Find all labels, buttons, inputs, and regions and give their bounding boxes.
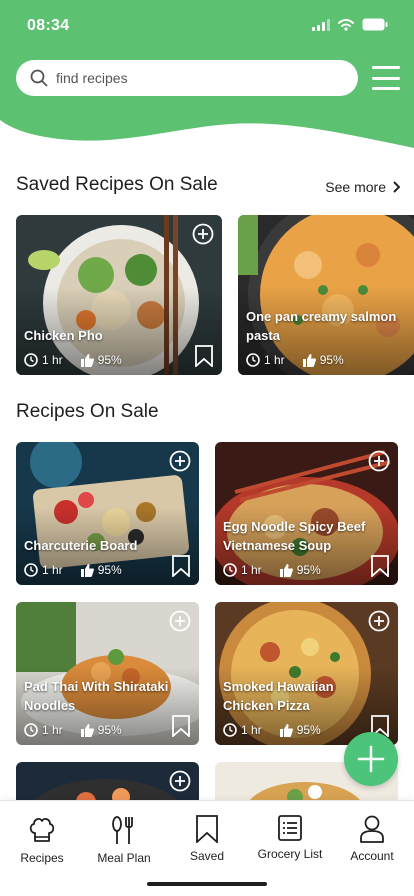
chevron-right-icon [393,181,400,193]
recipe-card[interactable]: Egg Noodle Spicy Beef Vietnamese Soup 1 … [215,442,398,585]
recipe-meta: 1 hr 95% [24,563,122,577]
add-circle-icon[interactable] [169,770,191,792]
clock-icon [24,563,38,577]
bookmark-icon [196,815,218,843]
bookmark-icon[interactable] [171,555,191,577]
recipe-meta: 1 hr 95% [223,723,321,737]
recipe-time: 1 hr [264,353,285,367]
recipe-rating: 95% [97,353,122,367]
recipe-time: 1 hr [241,563,262,577]
user-icon [360,815,384,843]
recipe-rating: 95% [97,723,122,737]
bookmark-icon[interactable] [370,555,390,577]
recipe-rating: 95% [97,563,122,577]
recipe-rating: 95% [319,353,344,367]
fork-knife-icon [112,816,133,844]
thumbs-up-icon [80,723,94,737]
nav-meal-plan-label: Meal Plan [97,851,151,865]
recipe-title: Smoked Hawaiian Chicken Pizza [223,679,334,713]
nav-account-label: Account [350,849,394,863]
add-circle-icon[interactable] [368,610,390,632]
recipe-time: 1 hr [42,353,63,367]
menu-icon[interactable] [372,66,400,90]
recipe-meta: 1 hr 95% [24,353,122,367]
recipe-card[interactable]: Charcuterie Board 1 hr 95% [16,442,199,585]
add-circle-icon[interactable] [368,450,390,472]
sale-section-title: Recipes On Sale [16,401,159,422]
recipe-title: Charcuterie Board [24,538,138,553]
search-bar[interactable] [16,60,358,96]
add-recipe-button[interactable] [344,732,398,786]
header: 08:34 [0,0,414,150]
search-icon [30,69,48,87]
clock-icon [24,353,38,367]
recipe-meta: 1 hr 95% [246,353,344,367]
nav-account[interactable]: Account [330,815,414,863]
clock-icon [223,563,237,577]
thumbs-up-icon [302,353,316,367]
status-bar: 08:34 [0,0,414,52]
status-time: 08:34 [27,17,70,34]
recipe-rating: 95% [296,563,321,577]
home-indicator [147,882,267,886]
add-circle-icon[interactable] [169,450,191,472]
recipe-card[interactable]: Smoked Hawaiian Chicken Pizza 1 hr 95% [215,602,398,745]
battery-icon [362,18,388,31]
recipe-time: 1 hr [42,563,63,577]
recipe-meta: 1 hr 95% [24,723,122,737]
recipe-card[interactable]: Chicken Pho 1 hr 95% [16,215,222,375]
bookmark-icon[interactable] [171,715,191,737]
nav-recipes-label: Recipes [20,851,64,865]
chef-hat-icon [29,817,55,842]
recipe-rating: 95% [296,723,321,737]
recipe-card[interactable]: One pan creamy salmon pasta 1 hr 95% [238,215,414,375]
recipe-meta: 1 hr 95% [223,563,321,577]
nav-saved[interactable]: Saved [165,815,249,863]
saved-section-title: Saved Recipes On Sale [16,174,218,195]
add-circle-icon[interactable] [192,223,214,245]
nav-recipes[interactable]: Recipes [0,815,84,865]
thumbs-up-icon [279,563,293,577]
recipe-title: Egg Noodle Spicy Beef Vietnamese Soup [223,519,366,553]
plus-icon [357,745,385,773]
see-more-label: See more [325,179,386,195]
recipe-time: 1 hr [241,723,262,737]
nav-grocery-list[interactable]: Grocery List [248,815,332,861]
recipe-card[interactable]: Pad Thai With Shirataki Noodles 1 hr 95% [16,602,199,745]
list-icon [278,815,302,841]
wifi-icon [338,18,354,31]
nav-meal-plan[interactable]: Meal Plan [82,815,166,865]
see-more-link[interactable]: See more [325,179,400,195]
recipe-title: One pan creamy salmon pasta [246,309,397,343]
recipe-time: 1 hr [42,723,63,737]
clock-icon [223,723,237,737]
recipe-title: Pad Thai With Shirataki Noodles [24,679,169,713]
bookmark-icon[interactable] [194,345,214,367]
thumbs-up-icon [80,563,94,577]
nav-grocery-list-label: Grocery List [257,847,323,861]
thumbs-up-icon [279,723,293,737]
clock-icon [24,723,38,737]
thumbs-up-icon [80,353,94,367]
nav-saved-label: Saved [189,849,225,863]
clock-icon [246,353,260,367]
search-input[interactable] [56,70,316,86]
signal-icon [312,18,330,31]
recipe-title: Chicken Pho [24,328,103,343]
add-circle-icon[interactable] [169,610,191,632]
